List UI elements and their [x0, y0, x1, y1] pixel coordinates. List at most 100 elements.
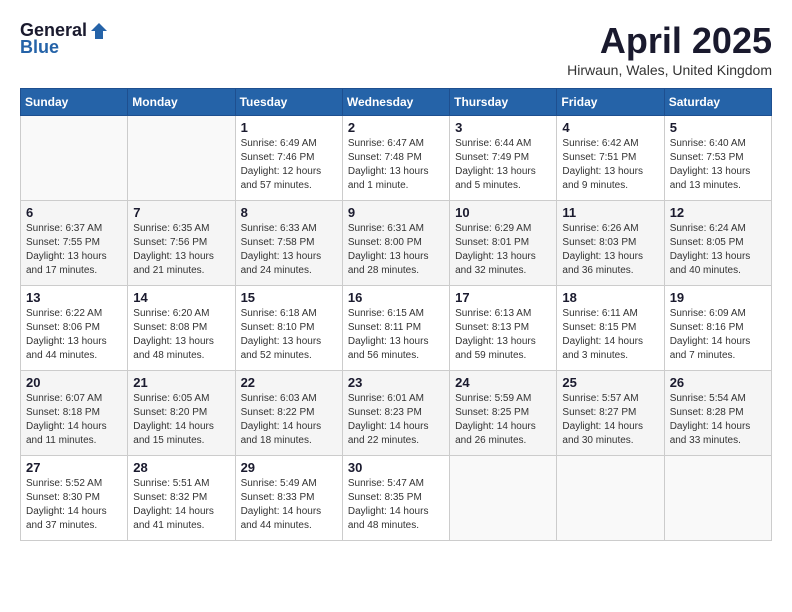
day-info: Sunrise: 6:22 AM Sunset: 8:06 PM Dayligh…: [26, 307, 122, 363]
calendar-week-5: 27 Sunrise: 5:52 AM Sunset: 8:30 PM Dayli…: [21, 456, 772, 541]
day-info: Sunrise: 5:54 AM Sunset: 8:28 PM Dayligh…: [670, 392, 766, 448]
calendar-cell: 14 Sunrise: 6:20 AM Sunset: 8:08 PM Dayli…: [128, 286, 235, 371]
col-sunday: Sunday: [21, 89, 128, 116]
day-number: 29: [241, 460, 337, 475]
day-number: 12: [670, 205, 766, 220]
day-number: 20: [26, 375, 122, 390]
day-info: Sunrise: 5:49 AM Sunset: 8:33 PM Dayligh…: [241, 477, 337, 533]
calendar-cell: 6Sunrise: 6:37 AM Sunset: 7:55 PM Daylig…: [21, 201, 128, 286]
day-info: Sunrise: 6:07 AM Sunset: 8:18 PM Dayligh…: [26, 392, 122, 448]
page-header: General Blue April 2025 Hirwaun, Wales, …: [20, 20, 772, 78]
day-number: 3: [455, 120, 551, 135]
day-info: Sunrise: 6:11 AM Sunset: 8:15 PM Dayligh…: [562, 307, 658, 363]
day-info: Sunrise: 6:13 AM Sunset: 8:13 PM Dayligh…: [455, 307, 551, 363]
day-number: 17: [455, 290, 551, 305]
calendar-table: Sunday Monday Tuesday Wednesday Thursday…: [20, 88, 772, 541]
col-saturday: Saturday: [664, 89, 771, 116]
day-info: Sunrise: 6:40 AM Sunset: 7:53 PM Dayligh…: [670, 137, 766, 193]
calendar-cell: 8 Sunrise: 6:33 AM Sunset: 7:58 PM Daylig…: [235, 201, 342, 286]
calendar-week-4: 20 Sunrise: 6:07 AM Sunset: 8:18 PM Dayli…: [21, 371, 772, 456]
calendar-cell: 18Sunrise: 6:11 AM Sunset: 8:15 PM Dayli…: [557, 286, 664, 371]
calendar-cell: [557, 456, 664, 541]
calendar-cell: 1 Sunrise: 6:49 AM Sunset: 7:46 PM Daylig…: [235, 116, 342, 201]
day-number: 13: [26, 290, 122, 305]
calendar-cell: 5 Sunrise: 6:40 AM Sunset: 7:53 PM Daylig…: [664, 116, 771, 201]
day-info: Sunrise: 6:42 AM Sunset: 7:51 PM Dayligh…: [562, 137, 658, 193]
day-info: Sunrise: 5:59 AM Sunset: 8:25 PM Dayligh…: [455, 392, 551, 448]
col-thursday: Thursday: [450, 89, 557, 116]
logo: General Blue: [20, 20, 109, 58]
day-number: 28: [133, 460, 229, 475]
col-wednesday: Wednesday: [342, 89, 449, 116]
day-info: Sunrise: 6:35 AM Sunset: 7:56 PM Dayligh…: [133, 222, 229, 278]
day-info: Sunrise: 6:15 AM Sunset: 8:11 PM Dayligh…: [348, 307, 444, 363]
calendar-cell: 2 Sunrise: 6:47 AM Sunset: 7:48 PM Daylig…: [342, 116, 449, 201]
calendar-cell: 4Sunrise: 6:42 AM Sunset: 7:51 PM Daylig…: [557, 116, 664, 201]
month-title: April 2025: [567, 20, 772, 62]
calendar-cell: 21 Sunrise: 6:05 AM Sunset: 8:20 PM Dayli…: [128, 371, 235, 456]
day-number: 22: [241, 375, 337, 390]
day-info: Sunrise: 6:47 AM Sunset: 7:48 PM Dayligh…: [348, 137, 444, 193]
day-info: Sunrise: 5:57 AM Sunset: 8:27 PM Dayligh…: [562, 392, 658, 448]
day-info: Sunrise: 6:18 AM Sunset: 8:10 PM Dayligh…: [241, 307, 337, 363]
calendar-cell: 17 Sunrise: 6:13 AM Sunset: 8:13 PM Dayli…: [450, 286, 557, 371]
calendar-cell: [664, 456, 771, 541]
day-number: 19: [670, 290, 766, 305]
calendar-cell: 23Sunrise: 6:01 AM Sunset: 8:23 PM Dayli…: [342, 371, 449, 456]
day-number: 26: [670, 375, 766, 390]
calendar-cell: 9 Sunrise: 6:31 AM Sunset: 8:00 PM Daylig…: [342, 201, 449, 286]
day-number: 27: [26, 460, 122, 475]
logo-blue: Blue: [20, 37, 59, 58]
day-number: 2: [348, 120, 444, 135]
day-number: 25: [562, 375, 658, 390]
calendar-cell: 26 Sunrise: 5:54 AM Sunset: 8:28 PM Dayli…: [664, 371, 771, 456]
day-info: Sunrise: 5:52 AM Sunset: 8:30 PM Dayligh…: [26, 477, 122, 533]
calendar-header-row: Sunday Monday Tuesday Wednesday Thursday…: [21, 89, 772, 116]
calendar-cell: 28Sunrise: 5:51 AM Sunset: 8:32 PM Dayli…: [128, 456, 235, 541]
calendar-cell: 7 Sunrise: 6:35 AM Sunset: 7:56 PM Daylig…: [128, 201, 235, 286]
day-info: Sunrise: 6:44 AM Sunset: 7:49 PM Dayligh…: [455, 137, 551, 193]
day-info: Sunrise: 6:37 AM Sunset: 7:55 PM Dayligh…: [26, 222, 122, 278]
day-info: Sunrise: 6:03 AM Sunset: 8:22 PM Dayligh…: [241, 392, 337, 448]
day-number: 11: [562, 205, 658, 220]
calendar-cell: 27 Sunrise: 5:52 AM Sunset: 8:30 PM Dayli…: [21, 456, 128, 541]
calendar-cell: 11 Sunrise: 6:26 AM Sunset: 8:03 PM Dayli…: [557, 201, 664, 286]
calendar-cell: [128, 116, 235, 201]
day-info: Sunrise: 5:47 AM Sunset: 8:35 PM Dayligh…: [348, 477, 444, 533]
calendar-week-2: 6Sunrise: 6:37 AM Sunset: 7:55 PM Daylig…: [21, 201, 772, 286]
calendar-cell: 20 Sunrise: 6:07 AM Sunset: 8:18 PM Dayli…: [21, 371, 128, 456]
calendar-week-1: 1 Sunrise: 6:49 AM Sunset: 7:46 PM Daylig…: [21, 116, 772, 201]
day-info: Sunrise: 6:49 AM Sunset: 7:46 PM Dayligh…: [241, 137, 337, 193]
day-number: 1: [241, 120, 337, 135]
calendar-cell: [21, 116, 128, 201]
calendar-cell: 19 Sunrise: 6:09 AM Sunset: 8:16 PM Dayli…: [664, 286, 771, 371]
day-number: 8: [241, 205, 337, 220]
day-info: Sunrise: 6:05 AM Sunset: 8:20 PM Dayligh…: [133, 392, 229, 448]
col-monday: Monday: [128, 89, 235, 116]
day-info: Sunrise: 6:09 AM Sunset: 8:16 PM Dayligh…: [670, 307, 766, 363]
day-info: Sunrise: 6:33 AM Sunset: 7:58 PM Dayligh…: [241, 222, 337, 278]
col-friday: Friday: [557, 89, 664, 116]
title-block: April 2025 Hirwaun, Wales, United Kingdo…: [567, 20, 772, 78]
calendar-cell: 10Sunrise: 6:29 AM Sunset: 8:01 PM Dayli…: [450, 201, 557, 286]
day-info: Sunrise: 6:20 AM Sunset: 8:08 PM Dayligh…: [133, 307, 229, 363]
location: Hirwaun, Wales, United Kingdom: [567, 62, 772, 78]
day-info: Sunrise: 6:29 AM Sunset: 8:01 PM Dayligh…: [455, 222, 551, 278]
day-info: Sunrise: 6:26 AM Sunset: 8:03 PM Dayligh…: [562, 222, 658, 278]
day-number: 15: [241, 290, 337, 305]
day-number: 7: [133, 205, 229, 220]
calendar-cell: 16 Sunrise: 6:15 AM Sunset: 8:11 PM Dayli…: [342, 286, 449, 371]
day-info: Sunrise: 6:31 AM Sunset: 8:00 PM Dayligh…: [348, 222, 444, 278]
day-number: 14: [133, 290, 229, 305]
calendar-cell: 15 Sunrise: 6:18 AM Sunset: 8:10 PM Dayli…: [235, 286, 342, 371]
calendar-cell: 29 Sunrise: 5:49 AM Sunset: 8:33 PM Dayli…: [235, 456, 342, 541]
day-info: Sunrise: 6:24 AM Sunset: 8:05 PM Dayligh…: [670, 222, 766, 278]
day-number: 5: [670, 120, 766, 135]
calendar-cell: 25 Sunrise: 5:57 AM Sunset: 8:27 PM Dayli…: [557, 371, 664, 456]
day-number: 9: [348, 205, 444, 220]
day-number: 16: [348, 290, 444, 305]
calendar-cell: 24Sunrise: 5:59 AM Sunset: 8:25 PM Dayli…: [450, 371, 557, 456]
calendar-cell: [450, 456, 557, 541]
logo-icon: [89, 21, 109, 41]
day-number: 21: [133, 375, 229, 390]
